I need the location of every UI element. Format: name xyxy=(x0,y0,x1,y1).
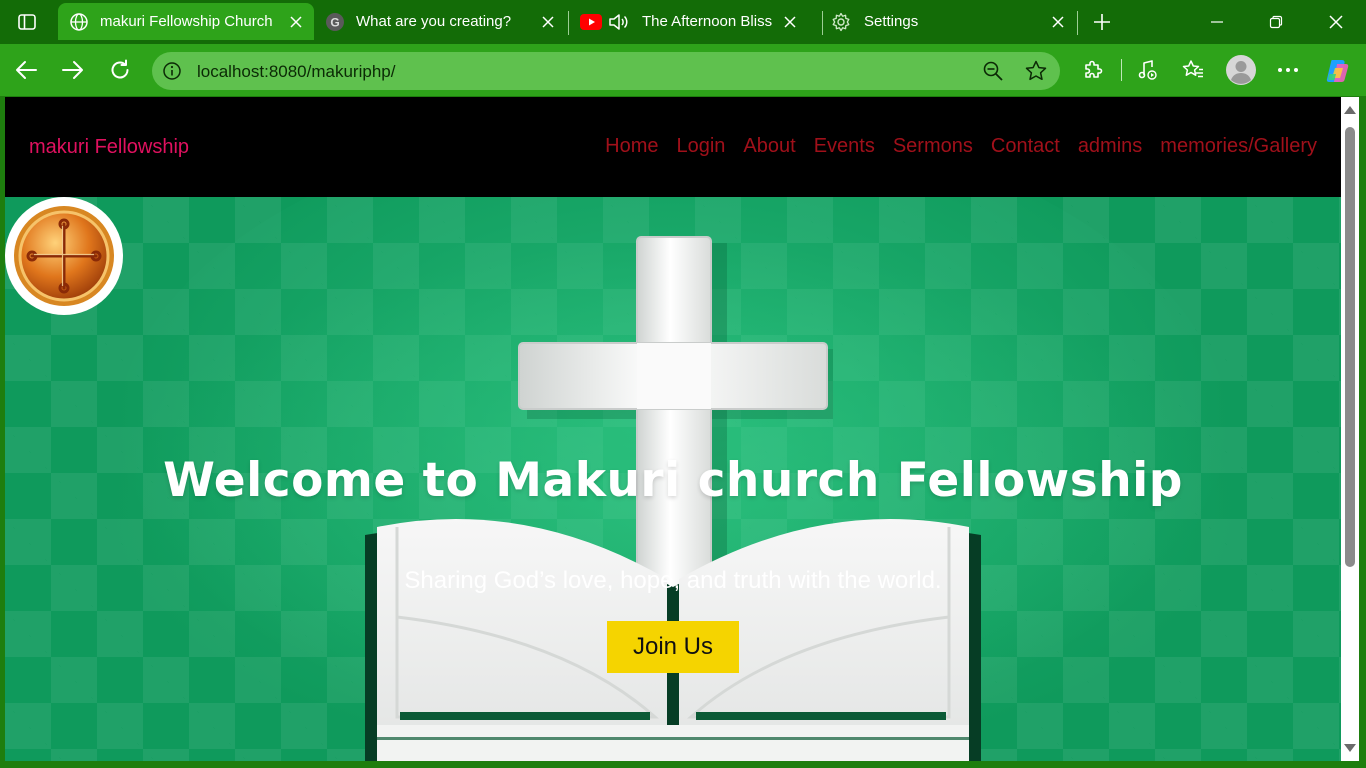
puzzle-icon xyxy=(1085,60,1103,78)
favorite-star-icon[interactable] xyxy=(1024,60,1048,82)
tab-settings[interactable]: Settings xyxy=(824,3,1076,40)
g-logo-icon: G xyxy=(324,11,346,33)
tab-title: What are you creating? xyxy=(356,13,512,30)
gear-icon xyxy=(830,11,852,33)
ellipsis-icon xyxy=(1278,68,1298,72)
hero-title: Welcome to Makuri church Fellowship xyxy=(163,453,1183,508)
tab-actions-button[interactable] xyxy=(8,7,46,37)
restore-button[interactable] xyxy=(1262,8,1290,36)
tab-title: Settings xyxy=(864,13,919,30)
site-navbar: makuri Fellowship Home Login About Event… xyxy=(5,97,1341,197)
close-tab-icon[interactable] xyxy=(286,12,306,32)
youtube-icon xyxy=(580,11,602,33)
avatar-icon xyxy=(1226,55,1256,85)
nav-link-home[interactable]: Home xyxy=(605,135,658,158)
tab-makuri[interactable]: makuri Fellowship Church xyxy=(58,3,314,40)
nav-link-events[interactable]: Events xyxy=(814,135,875,158)
reload-icon xyxy=(111,59,129,79)
restore-icon xyxy=(1269,15,1283,29)
cross-emblem-icon xyxy=(14,206,114,306)
nav-link-contact[interactable]: Contact xyxy=(991,135,1060,158)
minimize-icon xyxy=(1211,21,1223,23)
hero-section: Welcome to Makuri church Fellowship Shar… xyxy=(5,197,1341,761)
plus-icon xyxy=(1094,14,1110,30)
reload-button[interactable] xyxy=(104,54,136,86)
tab-title: makuri Fellowship Church xyxy=(100,13,273,30)
tab-what-are-you-creating[interactable]: G What are you creating? xyxy=(314,3,566,40)
favorites-button[interactable] xyxy=(1180,57,1206,83)
scroll-up-arrow-icon[interactable] xyxy=(1344,106,1356,114)
site-info-icon[interactable] xyxy=(162,61,182,81)
speaker-icon[interactable] xyxy=(608,11,630,33)
site-brand[interactable]: makuri Fellowship xyxy=(29,136,189,159)
forward-arrow-icon xyxy=(62,61,83,79)
scroll-down-arrow-icon[interactable] xyxy=(1344,744,1356,752)
nav-link-about[interactable]: About xyxy=(743,135,795,158)
zoom-out-icon[interactable] xyxy=(982,60,1004,82)
forward-button[interactable] xyxy=(57,54,89,86)
nav-link-admins[interactable]: admins xyxy=(1078,135,1142,158)
page-viewport: makuri Fellowship Home Login About Event… xyxy=(5,97,1341,761)
close-icon xyxy=(1329,15,1343,29)
nav-link-sermons[interactable]: Sermons xyxy=(893,135,973,158)
tab-title: The Afternoon Bliss xyxy=(642,13,773,30)
copilot-icon xyxy=(1326,60,1349,82)
close-tab-icon[interactable] xyxy=(780,12,800,32)
back-arrow-icon xyxy=(16,61,37,79)
extensions-button[interactable] xyxy=(1080,57,1106,83)
hero-subtitle: Sharing God’s love, hope, and truth with… xyxy=(404,567,942,594)
music-note-icon xyxy=(1138,60,1157,80)
copilot-button[interactable] xyxy=(1323,56,1353,86)
browser-toolbar: localhost:8080/makuriphp/ xyxy=(0,44,1366,96)
close-tab-icon[interactable] xyxy=(1048,12,1068,32)
close-tab-icon[interactable] xyxy=(538,12,558,32)
sidebar-panel-icon xyxy=(18,14,36,30)
tab-afternoon-bliss[interactable]: The Afternoon Bliss xyxy=(570,3,820,40)
tab-separator xyxy=(822,11,823,35)
nav-link-gallery[interactable]: memories/Gallery xyxy=(1160,135,1317,158)
tab-separator xyxy=(568,11,569,35)
favorites-list-icon xyxy=(1182,60,1203,78)
tab-separator xyxy=(1077,11,1078,35)
join-us-button[interactable]: Join Us xyxy=(607,621,739,673)
new-tab-button[interactable] xyxy=(1088,8,1116,36)
minimize-button[interactable] xyxy=(1203,8,1231,36)
address-bar[interactable]: localhost:8080/makuriphp/ xyxy=(152,52,1060,90)
back-button[interactable] xyxy=(10,54,42,86)
more-menu-button[interactable] xyxy=(1275,57,1301,83)
page-scrollbar[interactable] xyxy=(1341,97,1359,761)
toolbar-divider xyxy=(1121,59,1122,81)
church-logo[interactable] xyxy=(5,197,123,315)
svg-text:G: G xyxy=(330,15,339,29)
media-control-button[interactable] xyxy=(1134,57,1160,83)
scrollbar-thumb[interactable] xyxy=(1345,127,1355,567)
close-window-button[interactable] xyxy=(1322,8,1350,36)
tab-strip: makuri Fellowship Church G What are you … xyxy=(0,0,1366,44)
nav-link-login[interactable]: Login xyxy=(676,135,725,158)
site-menu: Home Login About Events Sermons Contact … xyxy=(605,135,1317,158)
globe-icon xyxy=(68,11,90,33)
address-url[interactable]: localhost:8080/makuriphp/ xyxy=(197,62,395,82)
profile-button[interactable] xyxy=(1226,55,1256,85)
